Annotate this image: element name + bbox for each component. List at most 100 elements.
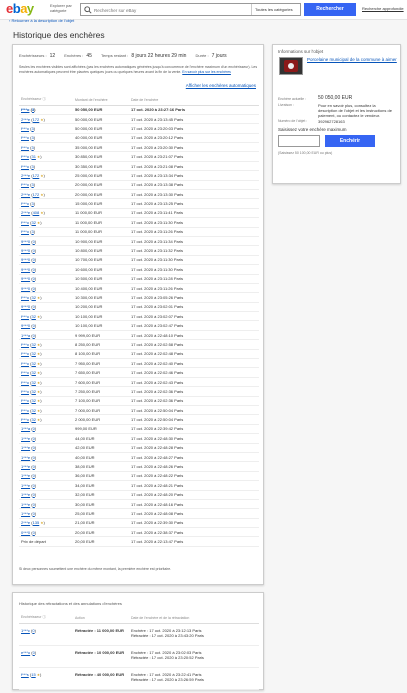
feedback-score-link[interactable]: 0 xyxy=(32,628,34,633)
bidder-link[interactable]: f***o xyxy=(21,145,29,150)
feedback-score-link[interactable]: 0 xyxy=(33,650,35,655)
feedback-score-link[interactable]: 135 xyxy=(33,520,40,525)
bidder-link[interactable]: 1***e xyxy=(21,445,30,450)
feedback-score-link[interactable]: 172 xyxy=(33,173,40,178)
feedback-score-link[interactable]: 0 xyxy=(33,436,35,441)
bidder-link[interactable]: 1***a xyxy=(21,333,30,338)
feedback-score-link[interactable]: 172 xyxy=(33,117,40,122)
bidder-link[interactable]: 9***0 xyxy=(21,239,30,244)
show-automatic-bids-link[interactable]: Afficher les enchères automatiques xyxy=(186,83,256,88)
bidder-link[interactable]: f***o xyxy=(21,135,29,140)
bidder-link[interactable]: 1***e xyxy=(21,436,30,441)
feedback-score-link[interactable]: 3 xyxy=(31,145,33,150)
bidder-link[interactable]: f***o xyxy=(21,380,29,385)
bidder-link[interactable]: f***o xyxy=(21,126,29,131)
bidder-link[interactable]: f***o xyxy=(21,182,29,187)
item-thumbnail[interactable] xyxy=(279,57,303,75)
feedback-score-link[interactable]: 32 xyxy=(31,408,35,413)
feedback-score-link[interactable]: 3 xyxy=(31,126,33,131)
feedback-score-link[interactable]: 0 xyxy=(33,464,35,469)
bidder-link[interactable]: f***o xyxy=(21,295,29,300)
bidder-link[interactable]: 1***e xyxy=(21,464,30,469)
bidder-link[interactable]: 1***e xyxy=(21,492,30,497)
bidder-link[interactable]: f***o xyxy=(21,154,29,159)
bidder-link[interactable]: f***o xyxy=(21,107,29,112)
shop-by-category[interactable]: Explorer par catégorie xyxy=(50,3,72,13)
feedback-score-link[interactable]: 0 xyxy=(33,286,35,291)
bidder-link[interactable]: f***o xyxy=(21,342,29,347)
feedback-score-link[interactable]: 32 xyxy=(31,370,35,375)
search-input[interactable] xyxy=(94,5,244,15)
bidder-link[interactable]: 9***0 xyxy=(21,248,30,253)
feedback-score-link[interactable]: 0 xyxy=(33,304,35,309)
feedback-score-link[interactable]: 0 xyxy=(33,483,35,488)
bidder-link[interactable]: 1***e xyxy=(21,502,30,507)
feedback-score-link[interactable]: 0 xyxy=(33,323,35,328)
feedback-score-link[interactable]: 32 xyxy=(31,389,35,394)
bidder-link[interactable]: 2***e xyxy=(21,520,30,525)
feedback-score-link[interactable]: 3 xyxy=(31,135,33,140)
bidder-link[interactable]: 1***c xyxy=(21,628,30,633)
feedback-score-link[interactable]: 15 xyxy=(31,672,35,677)
feedback-score-link[interactable]: 3 xyxy=(31,229,33,234)
feedback-score-link[interactable]: 32 xyxy=(31,295,35,300)
feedback-score-link[interactable]: 32 xyxy=(31,342,35,347)
feedback-score-link[interactable]: 32 xyxy=(31,398,35,403)
category-select[interactable]: Toutes les catégories xyxy=(251,4,301,15)
bidder-link[interactable]: 2***e xyxy=(21,210,30,215)
feedback-score-link[interactable]: 0 xyxy=(33,248,35,253)
bidder-link[interactable]: f***s xyxy=(21,672,29,677)
bidder-link[interactable]: 1***a xyxy=(21,426,30,431)
bidder-link[interactable]: f***o xyxy=(21,220,29,225)
bidder-link[interactable]: 1***e xyxy=(21,455,30,460)
bidder-link[interactable]: 1***e xyxy=(21,483,30,488)
learn-more-link[interactable]: En savoir plus sur les enchères xyxy=(182,70,231,74)
bidder-link[interactable]: 9***0 xyxy=(21,267,30,272)
feedback-score-link[interactable]: 172 xyxy=(33,192,40,197)
feedback-score-link[interactable]: 32 xyxy=(31,351,35,356)
bidder-link[interactable]: f***o xyxy=(21,398,29,403)
bidder-link[interactable]: f***o xyxy=(21,351,29,356)
bid-button[interactable]: Enchérir xyxy=(325,135,375,147)
bidder-link[interactable]: 9***0 xyxy=(21,276,30,281)
feedback-score-link[interactable]: 0 xyxy=(33,530,35,535)
feedback-score-link[interactable]: 32 xyxy=(31,220,35,225)
feedback-score-link[interactable]: 0 xyxy=(33,473,35,478)
feedback-score-link[interactable]: 0 xyxy=(33,239,35,244)
bidder-link[interactable]: 2***e xyxy=(21,192,30,197)
feedback-score-link[interactable]: 0 xyxy=(33,511,35,516)
search-button[interactable]: Rechercher xyxy=(304,3,356,16)
feedback-score-link[interactable]: 3 xyxy=(31,182,33,187)
item-title-link[interactable]: Porcelaine municipal de la commune à aim… xyxy=(307,57,397,63)
info-icon[interactable]: ⓘ xyxy=(42,97,46,101)
feedback-score-link[interactable]: 32 xyxy=(31,314,35,319)
bidder-link[interactable]: 0***0 xyxy=(21,530,30,535)
feedback-score-link[interactable]: 3 xyxy=(32,107,34,112)
feedback-score-link[interactable]: 0 xyxy=(33,426,35,431)
bidder-link[interactable]: f***o xyxy=(21,361,29,366)
feedback-score-link[interactable]: 0 xyxy=(33,257,35,262)
bidder-link[interactable]: 2***e xyxy=(21,173,30,178)
bidder-link[interactable]: f***o xyxy=(21,417,29,422)
ebay-logo[interactable]: ebay xyxy=(6,2,34,16)
feedback-score-link[interactable]: 31 xyxy=(31,154,35,159)
bidder-link[interactable]: f***o xyxy=(21,408,29,413)
bidder-link[interactable]: 9***0 xyxy=(21,257,30,262)
feedback-score-link[interactable]: 0 xyxy=(33,502,35,507)
bidder-link[interactable]: f***o xyxy=(21,370,29,375)
feedback-score-link[interactable]: 32 xyxy=(31,380,35,385)
feedback-score-link[interactable]: 3 xyxy=(31,201,33,206)
bidder-link[interactable]: e***o xyxy=(21,650,30,655)
feedback-score-link[interactable]: 0 xyxy=(33,267,35,272)
bidder-link[interactable]: f***o xyxy=(21,164,29,169)
bidder-link[interactable]: 9***0 xyxy=(21,304,30,309)
feedback-score-link[interactable]: 3 xyxy=(31,164,33,169)
feedback-score-link[interactable]: 32 xyxy=(31,417,35,422)
bidder-link[interactable]: f***o xyxy=(21,389,29,394)
bidder-link[interactable]: 1***e xyxy=(21,511,30,516)
feedback-score-link[interactable]: 0 xyxy=(33,276,35,281)
feedback-score-link[interactable]: 0 xyxy=(33,492,35,497)
bidder-link[interactable]: f***o xyxy=(21,229,29,234)
bidder-link[interactable]: f***o xyxy=(21,201,29,206)
feedback-score-link[interactable]: 0 xyxy=(33,333,35,338)
